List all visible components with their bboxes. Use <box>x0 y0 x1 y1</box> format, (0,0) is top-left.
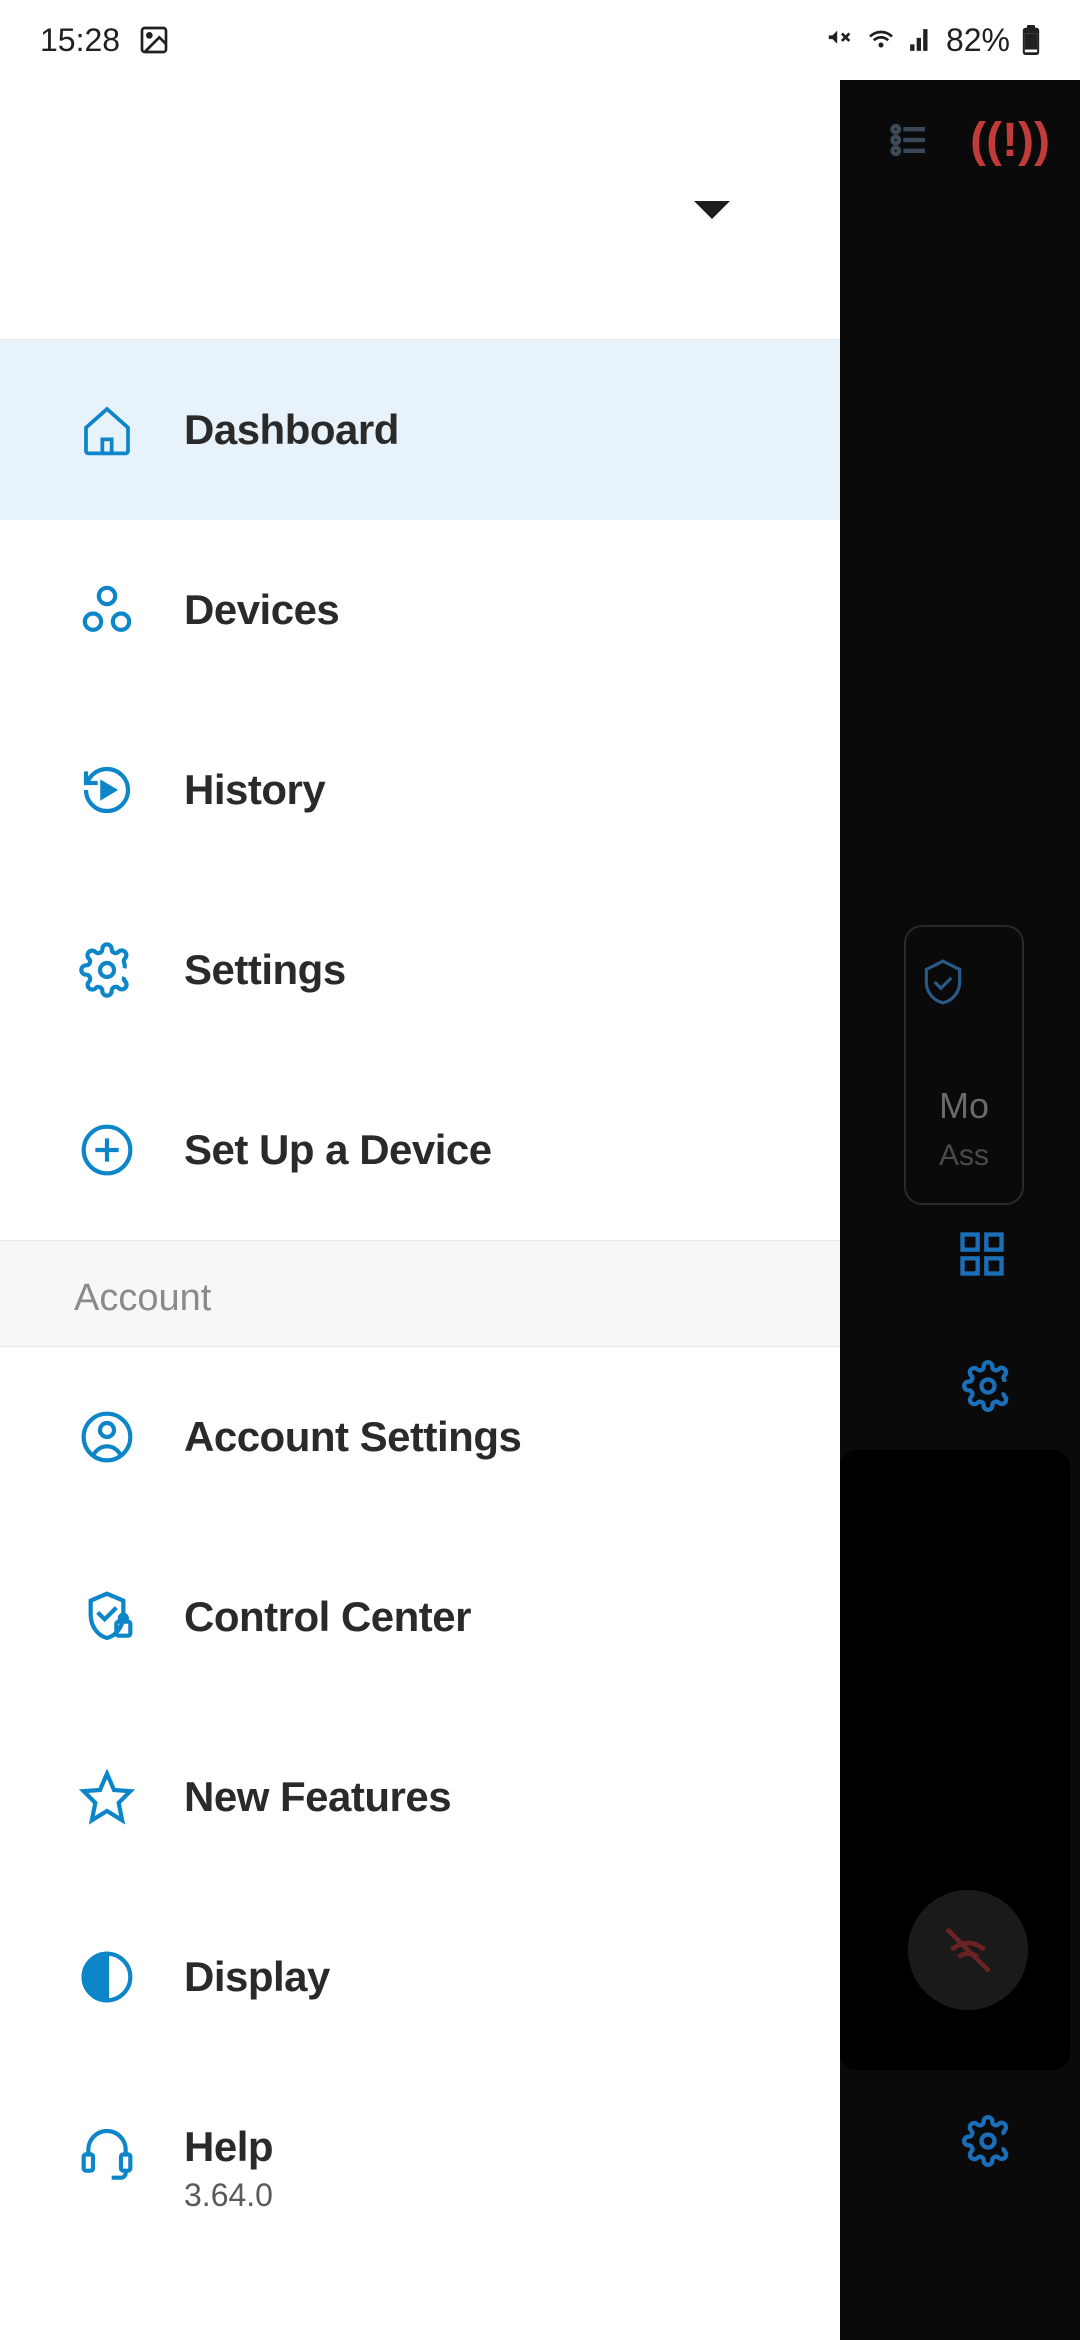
nav-item-dashboard[interactable]: Dashboard <box>0 340 840 520</box>
nav-item-new-features[interactable]: New Features <box>0 1707 840 1887</box>
nav-item-label: Set Up a Device <box>184 1126 492 1174</box>
battery-icon <box>1022 25 1040 55</box>
nav-item-help[interactable]: Help 3.64.0 <box>0 2067 840 2247</box>
nav-item-label: Settings <box>184 946 346 994</box>
app-version: 3.64.0 <box>184 2177 273 2214</box>
alert-icon: ((!)) <box>970 113 1050 168</box>
status-right: 82% <box>826 22 1040 59</box>
nav-item-account-settings[interactable]: Account Settings <box>0 1347 840 1527</box>
navigation-drawer: Dashboard Devices History Settings Set U… <box>0 80 840 2340</box>
nav-item-label: Control Center <box>184 1593 471 1641</box>
nav-item-label: History <box>184 766 325 814</box>
contrast-icon <box>78 1948 136 2006</box>
signal-icon <box>908 27 934 53</box>
offline-fab[interactable] <box>908 1890 1028 2010</box>
battery-percent: 82% <box>946 22 1010 59</box>
chevron-down-icon <box>694 201 730 219</box>
section-header-account: Account <box>0 1240 840 1347</box>
wifi-icon <box>866 25 896 55</box>
screenshot-icon <box>138 24 170 56</box>
nav-item-label: Dashboard <box>184 406 399 454</box>
status-bar: 15:28 82% <box>0 0 1080 80</box>
grid-icon <box>956 1228 1008 1280</box>
backdrop-card-title: Mo <box>918 1085 1010 1127</box>
nav-item-history[interactable]: History <box>0 700 840 880</box>
backdrop-card-sub: Ass <box>918 1139 1010 1173</box>
nav-item-devices[interactable]: Devices <box>0 520 840 700</box>
user-circle-icon <box>78 1408 136 1466</box>
nav-item-display[interactable]: Display <box>0 1887 840 2067</box>
shield-lock-icon <box>78 1588 136 1646</box>
backdrop-list-icon <box>886 114 938 166</box>
backdrop-gear-icon-2 <box>962 2115 1014 2167</box>
nav-item-setup-device[interactable]: Set Up a Device <box>0 1060 840 1240</box>
mute-icon <box>826 26 854 54</box>
gear-icon <box>78 941 136 999</box>
backdrop-gear-icon <box>962 1360 1014 1412</box>
plus-circle-icon <box>78 1121 136 1179</box>
status-left: 15:28 <box>40 22 170 59</box>
history-icon <box>78 761 136 819</box>
status-time: 15:28 <box>40 22 120 59</box>
nav-item-label: Display <box>184 1953 330 2001</box>
home-icon <box>78 401 136 459</box>
nav-item-label: Devices <box>184 586 339 634</box>
drawer-header[interactable] <box>0 80 840 340</box>
nav-item-label: Help <box>184 2123 273 2171</box>
nav-item-label: New Features <box>184 1773 451 1821</box>
star-icon <box>78 1768 136 1826</box>
nav-item-label: Account Settings <box>184 1413 521 1461</box>
backdrop-card: Mo Ass <box>904 925 1024 1205</box>
nav-item-control-center[interactable]: Control Center <box>0 1527 840 1707</box>
headset-icon <box>78 2123 136 2181</box>
devices-icon <box>78 581 136 639</box>
nav-item-settings[interactable]: Settings <box>0 880 840 1060</box>
